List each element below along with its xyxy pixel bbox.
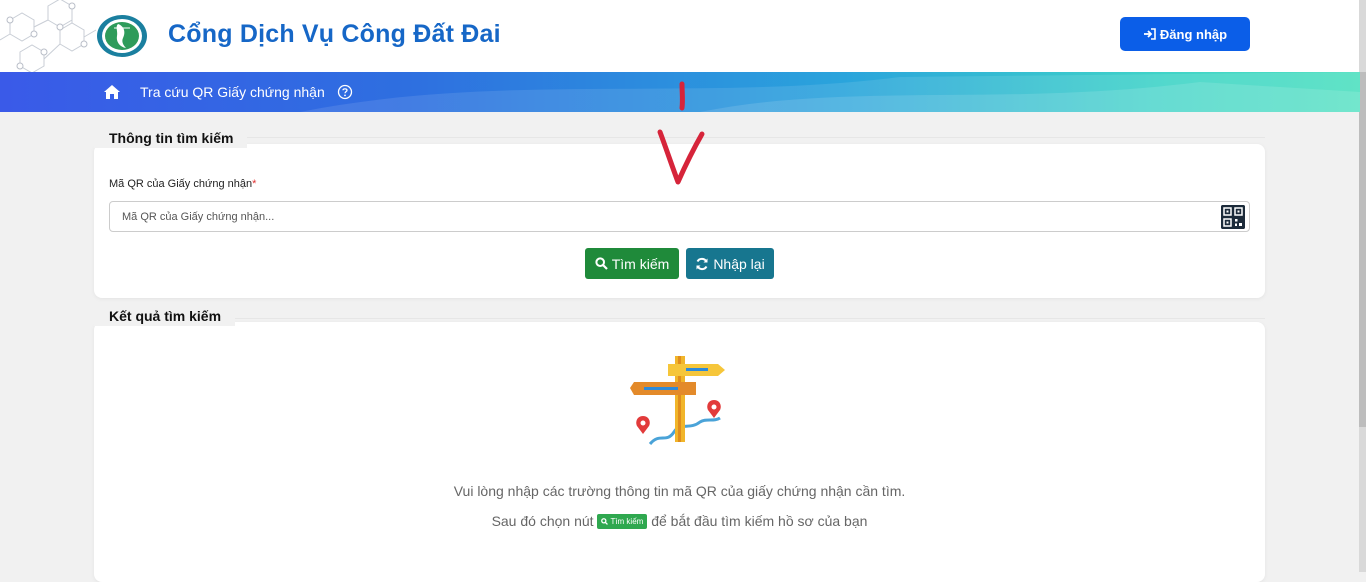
qr-code-icon[interactable] [1221,205,1245,229]
home-icon[interactable] [103,83,121,101]
site-header: Cổng Dịch Vụ Công Đất Đai Đăng nhập [0,0,1366,72]
qr-code-input[interactable] [109,201,1250,232]
scrollbar-thumb[interactable] [1359,72,1366,427]
search-button-label: Tìm kiếm [611,255,670,272]
question-circle-icon[interactable] [337,84,353,100]
inline-search-label: Tìm kiếm [610,516,644,526]
search-section-title: Thông tin tìm kiếm [94,128,248,148]
refresh-icon [696,257,708,270]
login-label: Đăng nhập [1159,26,1228,42]
page-scrollbar[interactable] [1359,0,1366,572]
section-divider [94,318,1265,319]
qr-field-label: Mã QR của Giấy chứng nhận* [109,178,256,190]
login-button[interactable]: Đăng nhập [1120,17,1250,51]
reset-button[interactable]: Nhập lại [686,248,774,279]
signpost-illustration [630,356,725,446]
sign-in-icon [1143,28,1156,40]
required-mark: * [252,178,257,190]
message-before: Sau đó chọn nút [491,513,594,529]
qr-field-label-text: Mã QR của Giấy chứng nhận [109,178,253,190]
empty-message-line-1: Vui lòng nhập các trường thông tin mã QR… [453,483,906,499]
red-arrow-annotation [657,81,705,185]
search-button[interactable]: Tìm kiếm [585,248,679,279]
empty-message-line-2: Sau đó chọn nút Tìm kiếm để bắt đầu tìm … [94,513,1265,530]
inline-search-button: Tìm kiếm [597,513,648,529]
nav-link-qr-lookup[interactable]: Tra cứu QR Giấy chứng nhận [140,84,325,100]
search-icon [595,257,608,270]
results-section-title: Kết quả tìm kiếm [94,306,236,326]
site-logo[interactable] [96,14,148,58]
message-after: để bắt đầu tìm kiếm hồ sơ của bạn [651,513,868,529]
search-icon [601,517,609,525]
reset-button-label: Nhập lại [713,255,765,272]
site-title[interactable]: Cổng Dịch Vụ Công Đất Đai [168,20,501,49]
